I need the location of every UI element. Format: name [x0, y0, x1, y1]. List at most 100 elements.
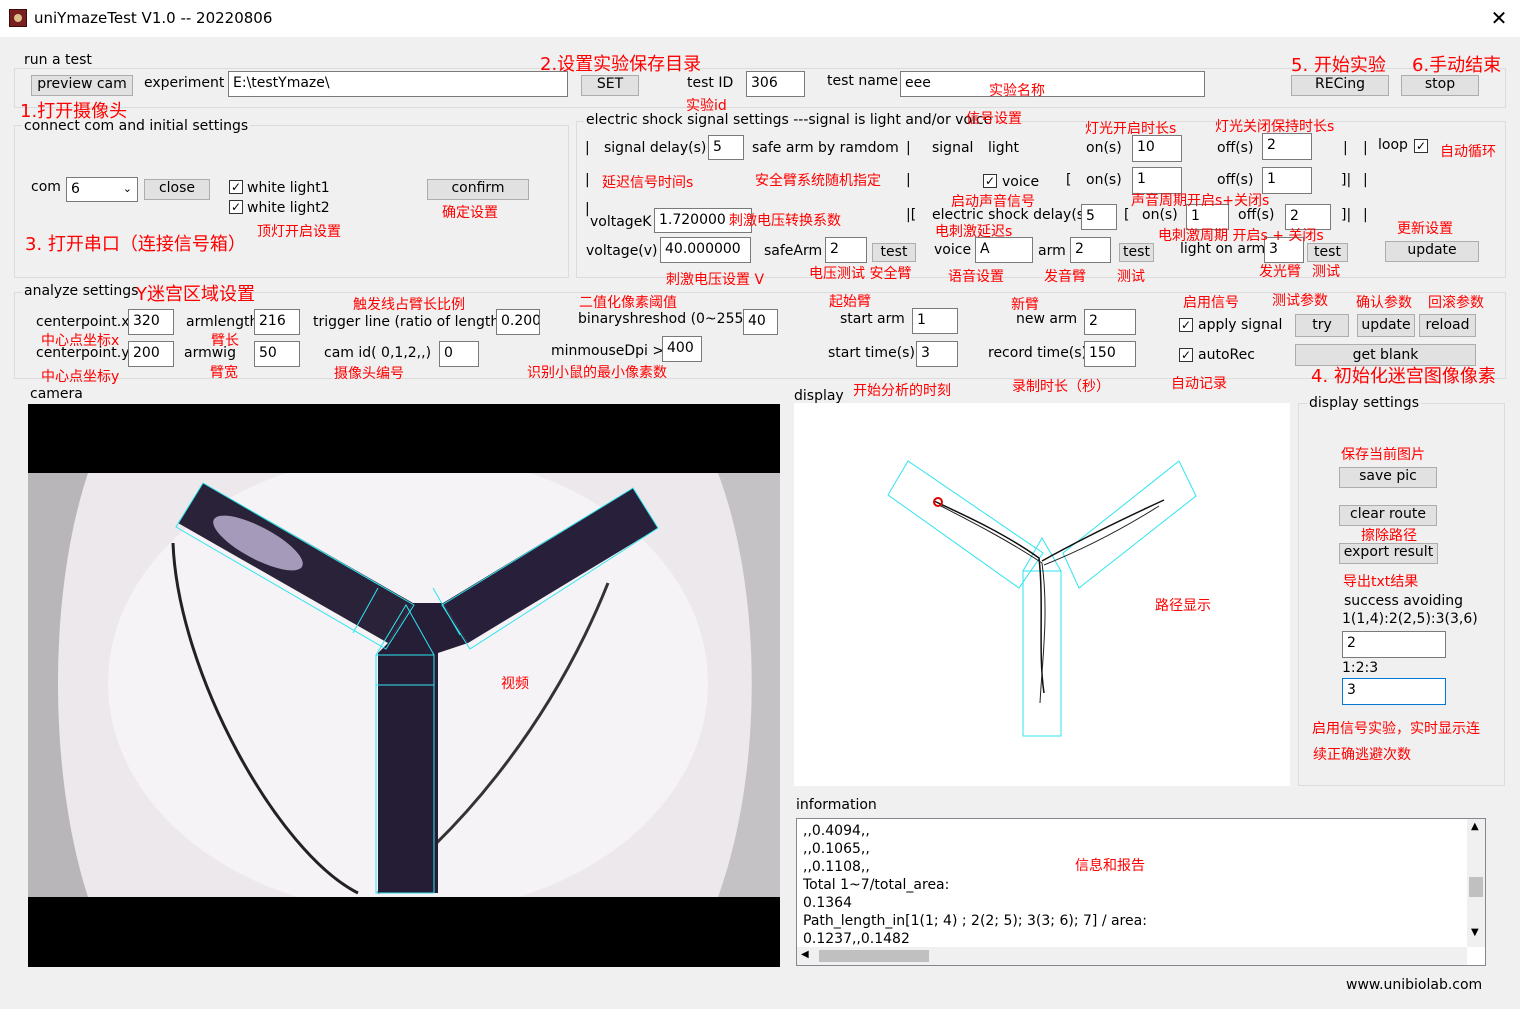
com-select[interactable]: 6 ⌄ — [66, 177, 138, 202]
annotation: 安全臂系统随机指定 — [755, 173, 881, 189]
save-pic-button[interactable]: save pic — [1339, 467, 1437, 488]
minmouse-dpi-input[interactable]: 400 — [662, 336, 702, 362]
preview-cam-button[interactable]: preview cam — [31, 75, 133, 96]
centerpoint-y-input[interactable]: 200 — [128, 341, 174, 367]
record-time-label: record time(s) — [988, 345, 1088, 361]
armlength-input[interactable]: 216 — [254, 309, 300, 335]
separator-text: | — [1343, 140, 1348, 156]
scroll-up-icon[interactable]: ▲ — [1471, 821, 1479, 832]
vertical-scrollbar[interactable]: ▲ ▼ — [1467, 819, 1485, 947]
horizontal-scrollbar[interactable]: ◀ — [797, 947, 1467, 965]
esd-input[interactable]: 5 — [1081, 204, 1117, 230]
success-count-1[interactable]: 2 — [1342, 631, 1446, 658]
annotation: 电压测试 安全臂 — [809, 266, 912, 282]
com-close-button[interactable]: close — [144, 179, 210, 200]
test-id-label: test ID — [687, 75, 734, 91]
cam-id-label: cam id( 0,1,2,,) — [324, 345, 432, 361]
clear-route-button[interactable]: clear route — [1339, 505, 1437, 526]
annotation: 新臂 — [1011, 297, 1039, 313]
annotation: 发光臂 — [1259, 264, 1301, 280]
scroll-thumb[interactable] — [1469, 877, 1483, 897]
voltage-test-button[interactable]: test — [872, 243, 916, 262]
information-label: information — [796, 797, 877, 813]
annotation: 起始臂 — [829, 294, 871, 310]
binary-threshold-input[interactable]: 40 — [743, 309, 778, 335]
apply-signal-label: apply signal — [1198, 317, 1283, 333]
annotation: 1.打开摄像头 — [20, 101, 128, 122]
annotation: 擦除路径 — [1361, 528, 1417, 544]
loop-checkbox[interactable]: ✓ — [1414, 139, 1428, 153]
voice-test-button[interactable]: test — [1119, 243, 1154, 262]
light-test-button[interactable]: test — [1307, 243, 1348, 262]
confirm-button[interactable]: confirm — [427, 179, 529, 200]
centerpoint-x-label: centerpoint.x — [36, 314, 130, 330]
annotation: 测试 — [1117, 269, 1145, 285]
annotation: 摄像头编号 — [334, 366, 404, 382]
separator-text: | — [906, 172, 911, 188]
white-light2-checkbox[interactable]: ✓ — [229, 200, 243, 214]
armwig-input[interactable]: 50 — [254, 341, 300, 367]
start-arm-input[interactable]: 1 — [912, 308, 958, 334]
white-light1-checkbox[interactable]: ✓ — [229, 180, 243, 194]
try-button[interactable]: try — [1295, 314, 1349, 337]
experiment-path-input[interactable]: E:\testYmaze\ — [228, 71, 568, 97]
record-time-input[interactable]: 150 — [1084, 341, 1136, 367]
test-name-input[interactable]: eee — [900, 71, 1205, 97]
test-id-input[interactable]: 306 — [746, 71, 805, 97]
centerpoint-x-input[interactable]: 320 — [128, 309, 174, 335]
armlength-label: armlength — [186, 314, 259, 330]
annotation: 3. 打开串口（连接信号箱） — [25, 234, 246, 255]
reload-button[interactable]: reload — [1419, 314, 1476, 337]
route-annotation: 路径显示 — [1155, 598, 1211, 614]
start-time-input[interactable]: 3 — [916, 341, 958, 367]
apply-signal-checkbox[interactable]: ✓ — [1179, 318, 1193, 332]
export-result-button[interactable]: export result — [1339, 543, 1438, 564]
signal-delay-input[interactable]: 5 — [708, 135, 744, 160]
voice-off-input[interactable]: 1 — [1262, 167, 1312, 194]
success-count-2[interactable]: 3 — [1342, 678, 1446, 705]
shock-update-button[interactable]: update — [1385, 241, 1479, 262]
voice-checkbox[interactable]: ✓ — [983, 174, 997, 188]
annotation: 5. 开始实验 — [1291, 55, 1386, 76]
analyze-update-button[interactable]: update — [1357, 314, 1415, 337]
annotation: 4. 初始化迷宫图像像素 — [1311, 366, 1496, 387]
light-on-input[interactable]: 10 — [1132, 135, 1182, 162]
annotation: 声音周期开启s+关闭s — [1131, 193, 1270, 209]
voltage-input[interactable]: 40.000000 — [660, 237, 751, 263]
separator-text: | — [1363, 207, 1368, 223]
close-window-button[interactable]: ✕ — [1487, 5, 1511, 31]
recing-button[interactable]: RECing — [1291, 75, 1389, 96]
bracket-text: ]| — [1341, 207, 1352, 223]
app-icon — [9, 9, 27, 27]
voice-on-label: on(s) — [1086, 172, 1122, 188]
start-arm-label: start arm — [840, 311, 905, 327]
scroll-left-icon[interactable]: ◀ — [801, 949, 809, 960]
stop-button[interactable]: stop — [1401, 75, 1479, 96]
com-label: com — [31, 179, 61, 195]
arm-input[interactable]: 2 — [1070, 237, 1111, 263]
cam-id-input[interactable]: 0 — [439, 341, 479, 367]
annotation: 录制时长（秒） — [1012, 379, 1110, 395]
scroll-thumb[interactable] — [819, 950, 929, 962]
light-off-input[interactable]: 2 — [1262, 133, 1312, 160]
annotation: 回滚参数 — [1428, 295, 1484, 311]
set-button[interactable]: SET — [581, 75, 639, 96]
separator-text: | — [585, 201, 590, 217]
separator-text: | — [1363, 172, 1368, 188]
separator-text: | — [585, 172, 590, 188]
annotation: 刺激电压转换系数 — [729, 213, 841, 229]
annotation: 电刺激延迟s — [935, 224, 1013, 240]
autorec-checkbox[interactable]: ✓ — [1179, 348, 1193, 362]
safearm-input[interactable]: 2 — [825, 237, 867, 263]
start-time-label: start time(s) — [828, 345, 915, 361]
footer-url: www.unibiolab.com — [1346, 977, 1483, 993]
annotation: 启用信号 — [1183, 295, 1239, 311]
camera-frame: 视频 — [28, 473, 780, 897]
information-box[interactable]: ,,0.4094,, ,,0.1065,, ,,0.1108,, Total 1… — [796, 818, 1486, 966]
display-label: display — [794, 388, 844, 404]
new-arm-input[interactable]: 2 — [1084, 309, 1136, 335]
separator-text: | — [1363, 140, 1368, 156]
light-label: light — [988, 140, 1020, 156]
scroll-down-icon[interactable]: ▼ — [1471, 927, 1479, 938]
trigger-line-input[interactable]: 0.200 — [496, 309, 540, 335]
